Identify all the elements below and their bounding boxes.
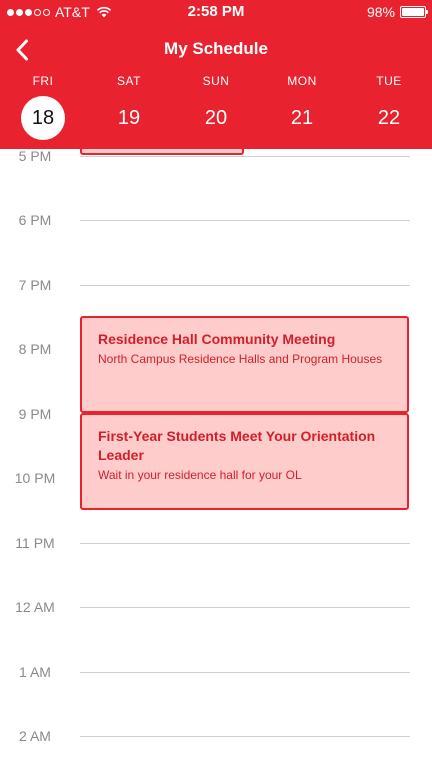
hour-divider [80,220,410,221]
hour-divider [80,736,410,737]
battery-fill [402,8,424,16]
day-selector: FRI 18 SAT 19 SUN 20 MON 21 TUE 22 [0,74,432,144]
day-tab-sun[interactable]: SUN 20 [186,74,246,144]
hour-divider [80,672,410,673]
header: AT&T 2:58 PM 98% My Schedule FRI 18 SAT … [0,0,432,149]
schedule-timeline[interactable]: 5 PM 6 PM 7 PM 8 PM 9 PM 10 PM 11 PM 12 … [0,149,432,768]
day-name: SUN [202,74,230,88]
hour-label: 11 PM [15,535,55,551]
hour-divider [80,285,410,286]
day-tab-fri[interactable]: FRI 18 [13,74,73,144]
hour-row: 7 PM [0,275,432,295]
hour-label: 6 PM [18,212,52,228]
day-name: FRI [32,74,54,88]
day-number: 18 [21,96,65,140]
event-location: Wait in your residence hall for your OL [98,468,302,482]
event-location: North Campus Residence Halls and Program… [98,352,383,366]
event-block[interactable]: First-Year Students Meet Your Orientatio… [80,413,409,510]
hour-label: 9 PM [18,406,52,422]
hour-row: 2 AM [0,726,432,746]
hour-divider [80,607,410,608]
page-title: My Schedule [164,39,268,58]
status-bar: AT&T 2:58 PM 98% [0,0,432,26]
hour-label: 2 AM [19,728,51,744]
day-number: 22 [377,107,401,129]
hour-row: 11 PM [0,533,432,553]
day-tab-sat[interactable]: SAT 19 [99,74,159,144]
status-right: 98% [366,4,428,20]
day-name: SAT [117,74,141,88]
hour-row: 12 AM [0,597,432,617]
day-name: TUE [376,74,402,88]
hour-divider [80,543,410,544]
day-number: 19 [117,107,141,129]
event-title: First-Year Students Meet Your Orientatio… [98,428,376,463]
battery-percent: 98% [366,4,395,20]
hour-label: 12 AM [15,599,55,615]
hour-label: 7 PM [18,277,52,293]
hour-row: 1 AM [0,662,432,682]
hour-label: 10 PM [14,470,56,486]
hour-label: 5 PM [18,149,52,164]
day-number: 21 [290,107,314,129]
day-number: 20 [204,107,228,129]
battery-icon [400,6,428,18]
day-name: MON [287,74,317,88]
hour-label: 8 PM [18,341,52,357]
hour-row: 5 PM [0,149,432,166]
event-block[interactable]: Residence Hall Community Meeting North C… [80,316,409,413]
hour-row: 6 PM [0,210,432,230]
nav-bar: My Schedule [0,28,432,72]
day-tab-tue[interactable]: TUE 22 [359,74,419,144]
hour-divider [80,156,410,157]
event-title: Residence Hall Community Meeting [98,331,336,347]
hour-label: 1 AM [19,664,51,680]
day-tab-mon[interactable]: MON 21 [272,74,332,144]
